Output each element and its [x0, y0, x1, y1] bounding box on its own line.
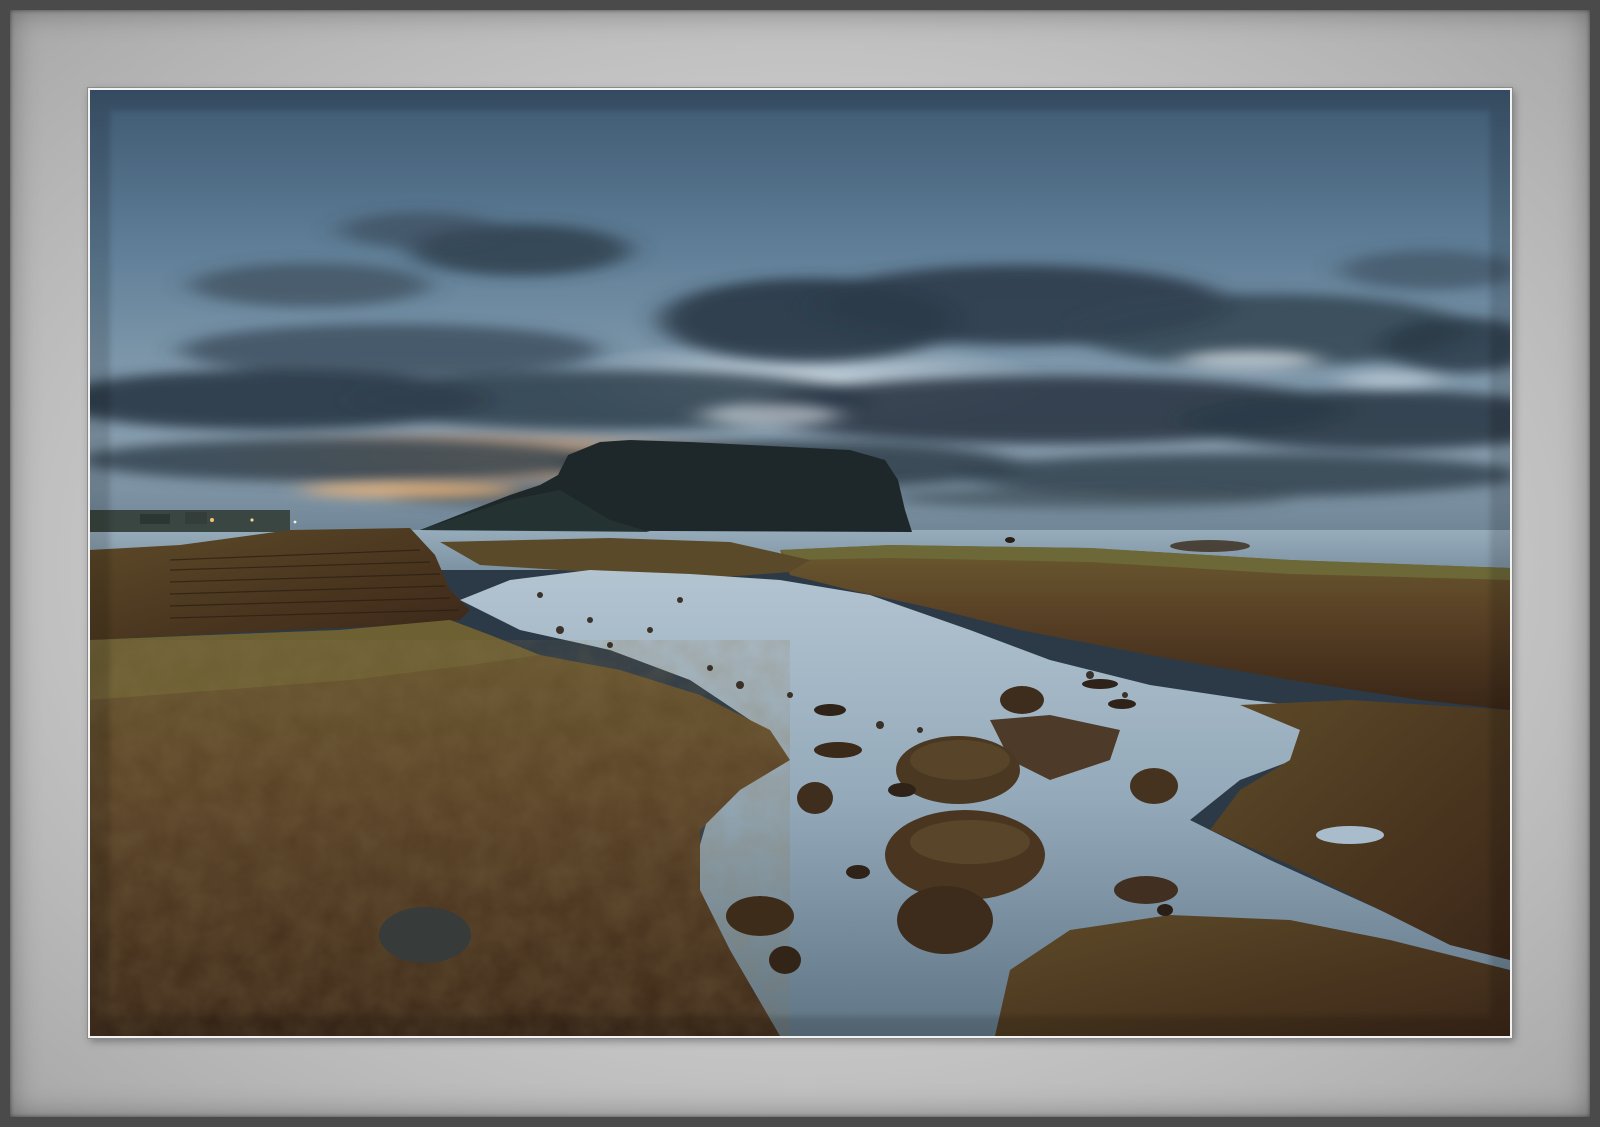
grey-stone [379, 907, 471, 963]
small-pool [1316, 826, 1384, 844]
photo [88, 88, 1512, 1038]
landscape-scene [90, 90, 1510, 1036]
outer-frame [0, 0, 1600, 1127]
distant-town [90, 510, 297, 532]
